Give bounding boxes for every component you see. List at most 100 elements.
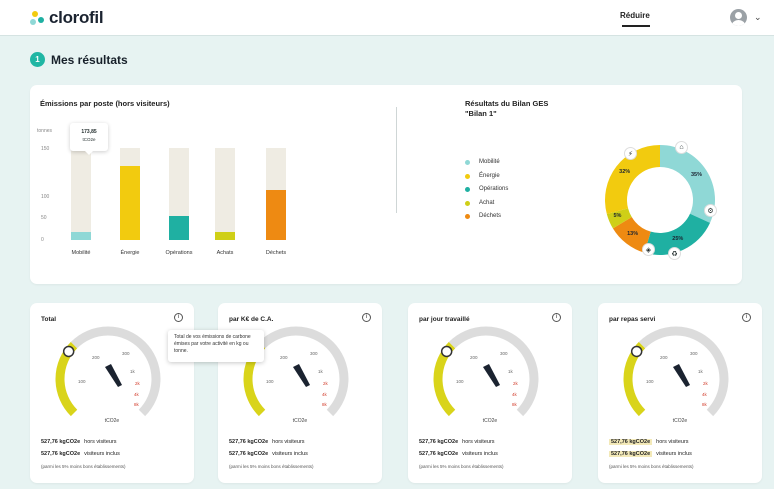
legend-item: Énergie [465,173,500,179]
gauge-dial: 200 300 100 1k 2k 4k 8k [623,326,729,417]
ges-title: Résultats du Bilan GES [465,99,549,108]
gauge-dial: 200 300 100 1k 2k 4k 8k [433,326,539,417]
gauge-value-1: 527,76 kgCO2e [419,439,459,445]
legend-swatch [465,186,470,192]
legend-swatch [465,159,470,165]
x-tick-label: Déchets [265,250,287,256]
legend-swatch [465,200,470,206]
gauge-tick-label: 2k [135,381,141,386]
gauge-unit: tCO2e [104,418,120,424]
gauge-tick-label: 1k [508,369,514,374]
app-name: clorofil [49,8,104,27]
gauge-card: par jour travaillé i 200 300 100 1k 2k 4k 8k t… [408,303,572,483]
gauge-label-1: hors visiteurs [656,439,689,445]
gauge-tick-label: 8k [134,402,140,407]
waste-icon: ♻ [668,247,681,260]
gauge-unit: tCO2e [672,418,688,424]
gauge-tick-label: 4k [702,392,708,397]
bar-opérations[interactable] [169,216,189,240]
gauge-value-2: 527,76 kgCO2e [609,451,653,457]
bar-mobilité[interactable] [71,232,91,240]
gauge-tick-label: 100 [646,379,654,384]
x-tick-label: Énergie [120,250,140,256]
y-tick-label: 0 [41,237,44,243]
gauge-value-row: 527,76 kgCO2e hors visiteurs [609,439,689,445]
gauge-label-1: hors visiteurs [462,439,495,445]
gauge-tick-label: 1k [698,369,704,374]
gauge-marker [62,345,75,358]
gauge-tick-label: 300 [122,351,130,356]
gauge-label-1: hors visiteurs [272,439,305,445]
legend-label: Déchets [479,213,502,219]
reduce-underline [622,25,650,27]
y-tick-label: 50 [41,215,47,221]
gauge-tick-label: 2k [513,381,519,386]
bar-background [71,148,91,240]
top-bar: clorofil Réduire ⌄ [0,0,774,36]
gauge-value-row: 527,76 kgCO2e hors visiteurs [419,439,495,445]
gauge-value-row: 527,76 kgCO2e hors visiteurs [41,439,117,445]
bar-achats[interactable] [215,232,235,240]
logo[interactable]: clorofil [30,8,104,28]
gauge-label-1: hors visiteurs [84,439,117,445]
legend-label: Mobilité [479,159,500,165]
gauge-footnote: (parmi les 5% moins bons établissements) [229,464,314,469]
ges-subtitle: "Bilan 1" [465,109,497,118]
legend-label: Énergie [479,173,500,179]
gauge-value-2: 527,76 kgCO2e [229,451,269,457]
gauge-value-1: 527,76 kgCO2e [41,439,81,445]
gauge-tick-label: 200 [660,355,668,360]
bar-déchets[interactable] [266,190,286,240]
gauge-tick-label: 2k [323,381,329,386]
legend-item: Achat [465,200,494,206]
gauge-label-2: visiteurs inclus [84,451,120,457]
bar-background [215,148,235,240]
gauge-card: par repas servi i 200 300 100 1k 2k 4k 8k tCO2… [598,303,762,483]
legend-item: Mobilité [465,159,500,165]
gauge-footnote: (parmi les 5% moins bons établissements) [419,464,504,469]
gauge-label-2: visiteurs inclus [462,451,498,457]
x-tick-label: Mobilité [71,250,91,256]
legend-swatch [465,173,470,179]
gauge-label-2: visiteurs inclus [272,451,308,457]
donut-percent-label: 25% [672,236,684,243]
bar-tooltip: 173,85 tCO2e [70,123,108,155]
gauge-tick-label: 300 [310,351,318,356]
donut-percent-label: 5% [613,213,622,220]
gauge-tick-label: 4k [512,392,518,397]
gauge-value-row: 527,76 kgCO2e visiteurs inclus [41,451,120,457]
purchase-icon: ◈ [642,243,655,256]
page-title: Mes résultats [51,52,128,67]
logo-icon [30,9,46,27]
tooltip-unit: tCO2e [82,137,96,142]
y-axis-title: tonnes [37,128,53,134]
gauge-value-2: 527,76 kgCO2e [41,451,81,457]
emissions-chart-title: Émissions par poste (hors visiteurs) [40,99,170,108]
gauge-value-1: 527,76 kgCO2e [609,439,653,445]
gauge-needle [105,364,122,387]
gauge-tick-label: 8k [512,402,518,407]
user-avatar-icon[interactable] [730,9,747,26]
gauge-unit: tCO2e [482,418,498,424]
mobility-icon: ⌂ [675,141,688,154]
x-tick-label: Achats [216,250,234,256]
gauge-tick-label: 8k [702,402,708,407]
tooltip-value: 173,85 [81,129,97,135]
gauge-tick-label: 1k [318,369,324,374]
chevron-down-icon[interactable]: ⌄ [754,12,762,23]
bar-énergie[interactable] [120,166,140,240]
gauge-needle [293,364,310,387]
step-badge: 1 [30,52,45,67]
gauge-value-row: 527,76 kgCO2e visiteurs inclus [609,451,692,457]
gauge-tick-label: 2k [703,381,709,386]
total-info-tooltip: Total de vos émissions de carbone émises… [168,330,264,362]
gauge-tick-label: 100 [78,379,86,384]
legend-swatch [465,213,470,219]
section-divider [396,107,397,213]
gauge-tick-label: 1k [130,369,136,374]
results-card: Émissions par poste (hors visiteurs) ton… [30,85,742,284]
legend-label: Opérations [479,186,509,192]
reduce-button[interactable]: Réduire [620,11,650,20]
gauge-tick-label: 200 [470,355,478,360]
gauge-tick-label: 100 [266,379,274,384]
